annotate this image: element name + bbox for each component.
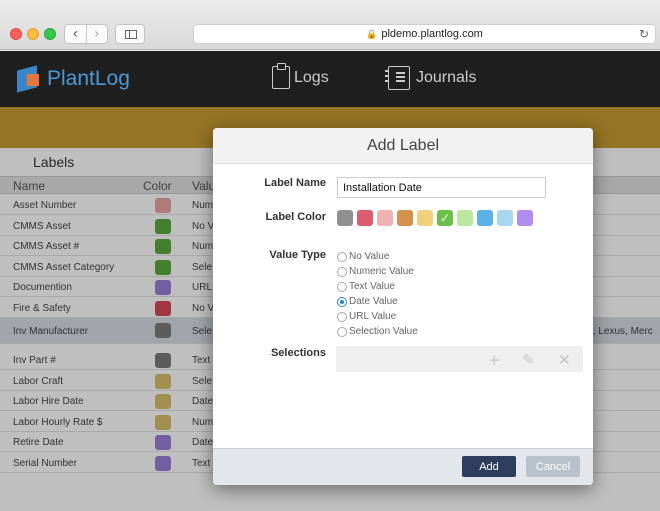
sidebar-toggle-button[interactable] — [115, 24, 145, 44]
value-type-option[interactable]: URL Value — [337, 309, 418, 324]
nav-journals[interactable]: Journals — [385, 66, 477, 90]
value-type-option[interactable]: Numeric Value — [337, 264, 418, 279]
dialog-footer: Add Cancel — [213, 448, 593, 485]
add-button[interactable]: Add — [462, 456, 516, 477]
notebook-icon — [385, 66, 410, 90]
window-minimize-button[interactable] — [27, 28, 39, 40]
reload-icon[interactable]: ↻ — [639, 25, 649, 43]
value-type-option[interactable]: Selection Value — [337, 324, 418, 339]
value-type-option[interactable]: Text Value — [337, 279, 418, 294]
window-zoom-button[interactable] — [44, 28, 56, 40]
sidebar-icon — [125, 30, 137, 39]
value-type-option-label: No Value — [349, 251, 390, 262]
color-swatch[interactable] — [377, 210, 393, 226]
value-type-option-label: Selection Value — [349, 326, 418, 337]
value-type-option-label: Date Value — [349, 296, 398, 307]
add-label-dialog: Add Label Label Name Label Color ✓ Value… — [213, 128, 593, 485]
color-swatch[interactable] — [497, 210, 513, 226]
browser-chrome: ‹ › 🔒 pldemo.plantlog.com ↻ — [0, 0, 660, 50]
value-type-group: No Value Numeric Value Text Value Date Valu… — [337, 249, 418, 339]
color-swatch[interactable] — [337, 210, 353, 226]
value-type-option-label: Numeric Value — [349, 266, 414, 277]
cancel-button[interactable]: Cancel — [526, 456, 580, 477]
plantlog-logo-icon — [17, 66, 45, 92]
color-swatch[interactable]: ✓ — [437, 210, 453, 226]
close-icon[interactable]: ✕ — [558, 351, 571, 369]
color-swatch[interactable] — [357, 210, 373, 226]
color-swatch[interactable] — [417, 210, 433, 226]
address-bar[interactable]: 🔒 pldemo.plantlog.com ↻ — [193, 24, 656, 44]
dialog-title: Add Label — [213, 128, 593, 164]
color-swatch[interactable] — [517, 210, 533, 226]
logo-text: PlantLog — [47, 67, 130, 90]
app-header: PlantLog Logs Journals — [0, 51, 660, 107]
radio-icon[interactable] — [337, 251, 347, 262]
chevron-left-icon[interactable]: ‹ — [65, 25, 86, 43]
color-swatch[interactable] — [477, 210, 493, 226]
value-type-option[interactable]: No Value — [337, 249, 418, 264]
selections-box: + ✎ ✕ — [336, 346, 583, 372]
label-name-label: Label Name — [264, 177, 326, 189]
radio-icon[interactable] — [337, 296, 347, 307]
radio-icon[interactable] — [337, 266, 347, 277]
selections-label: Selections — [270, 347, 326, 359]
nav-logs[interactable]: Logs — [272, 63, 329, 89]
radio-icon[interactable] — [337, 326, 347, 337]
lock-icon: 🔒 — [366, 29, 378, 39]
pencil-icon[interactable]: ✎ — [522, 351, 535, 369]
radio-icon[interactable] — [337, 281, 347, 292]
history-buttons: ‹ › — [64, 24, 108, 44]
radio-icon[interactable] — [337, 311, 347, 322]
color-picker: ✓ — [337, 210, 533, 226]
app-logo[interactable]: PlantLog — [17, 66, 130, 92]
nav-journals-label: Journals — [416, 69, 477, 86]
color-swatch[interactable] — [457, 210, 473, 226]
chevron-right-icon[interactable]: › — [85, 25, 108, 43]
label-color-label: Label Color — [265, 211, 326, 223]
nav-logs-label: Logs — [294, 68, 329, 86]
value-type-option-label: URL Value — [349, 311, 397, 322]
plus-icon[interactable]: + — [488, 351, 501, 369]
value-type-label: Value Type — [269, 249, 326, 261]
check-icon: ✓ — [439, 211, 451, 225]
value-type-option[interactable]: Date Value — [337, 294, 418, 309]
clipboard-icon — [272, 63, 290, 89]
value-type-option-label: Text Value — [349, 281, 395, 292]
label-name-input[interactable] — [337, 177, 546, 198]
url-text: pldemo.plantlog.com — [381, 28, 483, 40]
color-swatch[interactable] — [397, 210, 413, 226]
window-close-button[interactable] — [10, 28, 22, 40]
